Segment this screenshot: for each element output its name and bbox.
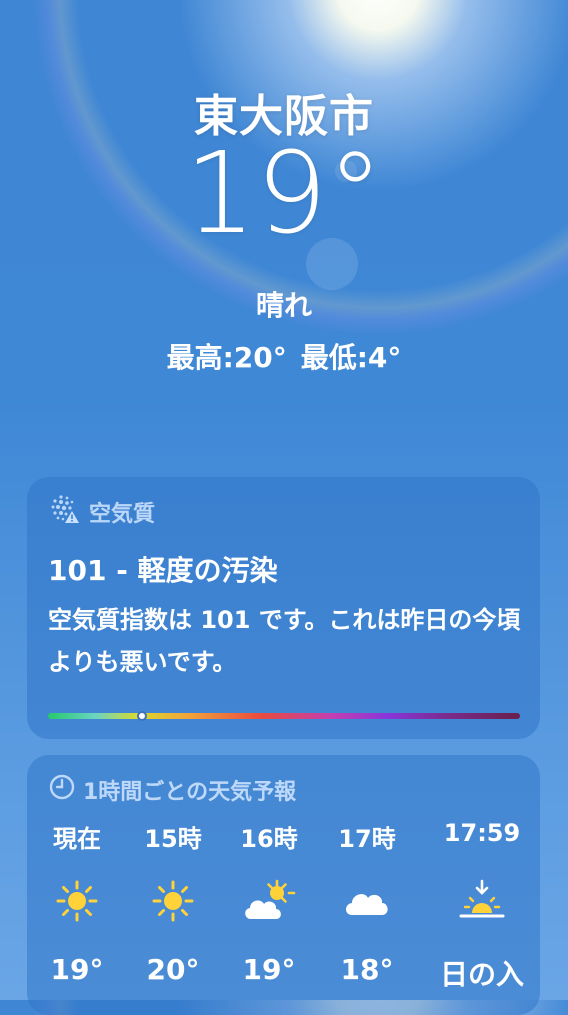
sunset-icon: [432, 871, 532, 931]
hourly-forecast-card[interactable]: 1時間ごとの天気予報 現在 19° 15時 20° 16時 19° 17時 18…: [27, 755, 540, 1015]
air-quality-card[interactable]: 空気質 101 - 軽度の汚染 空気質指数は 101 です。これは昨日の今頃より…: [27, 477, 540, 739]
hour-time: 15時: [144, 825, 202, 853]
high-temperature: 最高:20°: [166, 341, 287, 374]
hourly-item: 15時 20°: [123, 819, 223, 986]
hourly-item: 17時 18°: [317, 819, 417, 986]
air-quality-marker: [137, 711, 148, 721]
hour-time: 17時: [338, 825, 396, 853]
current-temperature: 19°: [184, 129, 384, 259]
air-quality-icon: [49, 493, 81, 531]
hour-temperature: 18°: [340, 953, 394, 986]
clock-icon: [49, 774, 75, 806]
sun-icon: [123, 871, 223, 931]
hour-temperature: 19°: [50, 953, 104, 986]
low-temperature: 最低:4°: [300, 341, 402, 374]
cloud-icon: [317, 871, 417, 931]
hourly-item: 17:59 日の入: [432, 819, 532, 993]
hour-temperature: 19°: [242, 953, 296, 986]
hourly-forecast-title: 1時間ごとの天気予報: [83, 780, 297, 805]
hour-temperature: 日の入: [439, 958, 524, 991]
hourly-item: 現在 19°: [27, 819, 127, 986]
partly-cloudy-icon: [219, 871, 319, 931]
hourly-item: 16時 19°: [219, 819, 319, 986]
sun-icon: [27, 871, 127, 931]
hour-temperature: 20°: [146, 953, 200, 986]
hour-time: 17:59: [443, 819, 521, 847]
air-quality-scale: [48, 711, 520, 721]
high-low-temperature: 最高:20° 最低:4°: [0, 336, 568, 376]
air-quality-header: 空気質: [49, 495, 156, 527]
air-quality-description: 空気質指数は 101 です。これは昨日の今頃よりも悪いです。: [48, 606, 521, 676]
air-quality-value: 101 - 軽度の汚染: [48, 554, 278, 587]
hourly-forecast-header: 1時間ごとの天気予報: [49, 774, 297, 806]
weather-condition: 晴れ: [255, 289, 312, 322]
hour-time: 現在: [53, 825, 101, 853]
air-quality-title: 空気質: [89, 502, 156, 527]
hour-time: 16時: [240, 825, 298, 853]
